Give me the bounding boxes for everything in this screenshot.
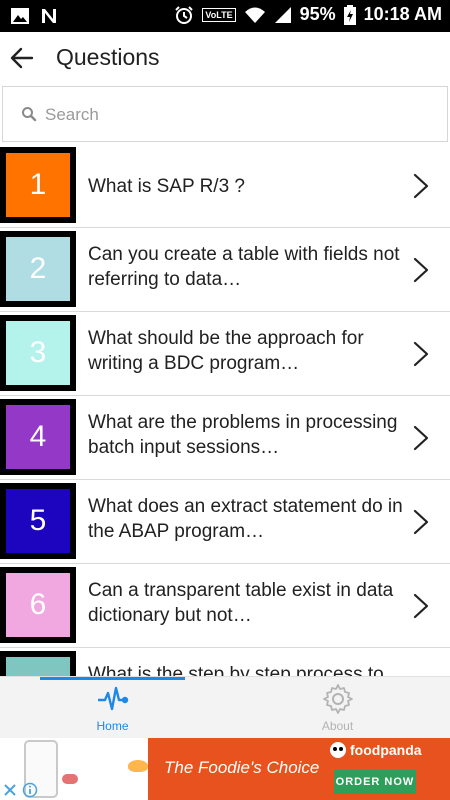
food-image [128,760,148,772]
question-text: What should be the approach for writing … [88,328,364,374]
ad-banner-orange[interactable]: The Foodie's Choice foodpanda ORDER NOW [148,738,424,800]
chevron-right-icon [413,593,429,619]
ad-tagline: The Foodie's Choice [164,758,320,777]
nav-home-label: Home [96,719,129,733]
bottom-navigation: Home About [0,676,450,738]
question-number-badge: 2 [0,231,76,307]
ad-brand-name: foodpanda [350,742,422,758]
nav-about-label: About [321,719,354,733]
n-app-icon [42,9,56,23]
question-item-5[interactable]: 5 What does an extract statement do in t… [0,480,450,564]
ad-edge [424,738,450,800]
question-number-badge: 4 [0,399,76,475]
info-icon[interactable] [22,782,38,798]
signal-icon [274,6,291,23]
arrow-left-icon[interactable] [8,44,36,72]
chevron-right-icon [413,341,429,367]
question-text: What are the problems in processing batc… [88,412,398,458]
ad-order-button[interactable]: ORDER NOW [334,770,416,794]
chevron-right-icon [413,509,429,535]
active-tab-indicator [40,677,185,680]
question-text: What does an extract statement do in the… [88,496,403,542]
question-text: What is the step by step process to [88,664,384,676]
wifi-icon [244,7,265,23]
chevron-right-icon [413,173,429,199]
pulse-icon [98,686,129,711]
chevron-right-icon [413,425,429,451]
battery-charging-icon [343,4,356,25]
question-text: What is SAP R/3 ? [88,176,245,197]
question-item-2[interactable]: 2 Can you create a table with fields not… [0,228,450,312]
close-icon[interactable] [2,782,18,798]
ad-banner[interactable]: The Foodie's Choice foodpanda ORDER NOW [0,738,450,800]
image-icon [11,8,29,24]
search-icon [22,107,37,122]
question-list: 1 What is SAP R/3 ? 2 Can you create a t… [0,144,450,676]
question-number-badge: 1 [0,147,76,223]
question-number-badge: 6 [0,567,76,643]
search-bar [2,86,448,142]
question-number-badge: 5 [0,483,76,559]
app-bar: Questions [0,32,450,84]
nav-home[interactable]: Home [0,677,225,739]
clock: 10:18 AM [363,4,442,24]
question-item-3[interactable]: 3 What should be the approach for writin… [0,312,450,396]
battery-percent: 95% [299,4,336,24]
alarm-icon [175,5,194,24]
ad-brand: foodpanda [330,742,422,758]
question-number-badge: 7 [0,651,76,676]
question-item-4[interactable]: 4 What are the problems in processing ba… [0,396,450,480]
panda-logo-icon [330,742,346,758]
chevron-right-icon [413,257,429,283]
volte-icon: VoLTE [202,7,236,22]
search-input[interactable] [45,101,425,129]
nav-about[interactable]: About [225,677,450,739]
status-bar: VoLTE 95% 10:18 AM [0,0,450,32]
gear-icon [323,684,353,714]
page-title: Questions [56,44,160,70]
question-text: Can you create a table with fields not r… [88,244,400,290]
question-number-badge: 3 [0,315,76,391]
question-item-1[interactable]: 1 What is SAP R/3 ? [0,144,450,228]
question-text: Can a transparent table exist in data di… [88,580,394,626]
question-item-6[interactable]: 6 Can a transparent table exist in data … [0,564,450,648]
food-image [62,774,78,784]
question-item-7[interactable]: 7 What is the step by step process to [0,648,450,676]
